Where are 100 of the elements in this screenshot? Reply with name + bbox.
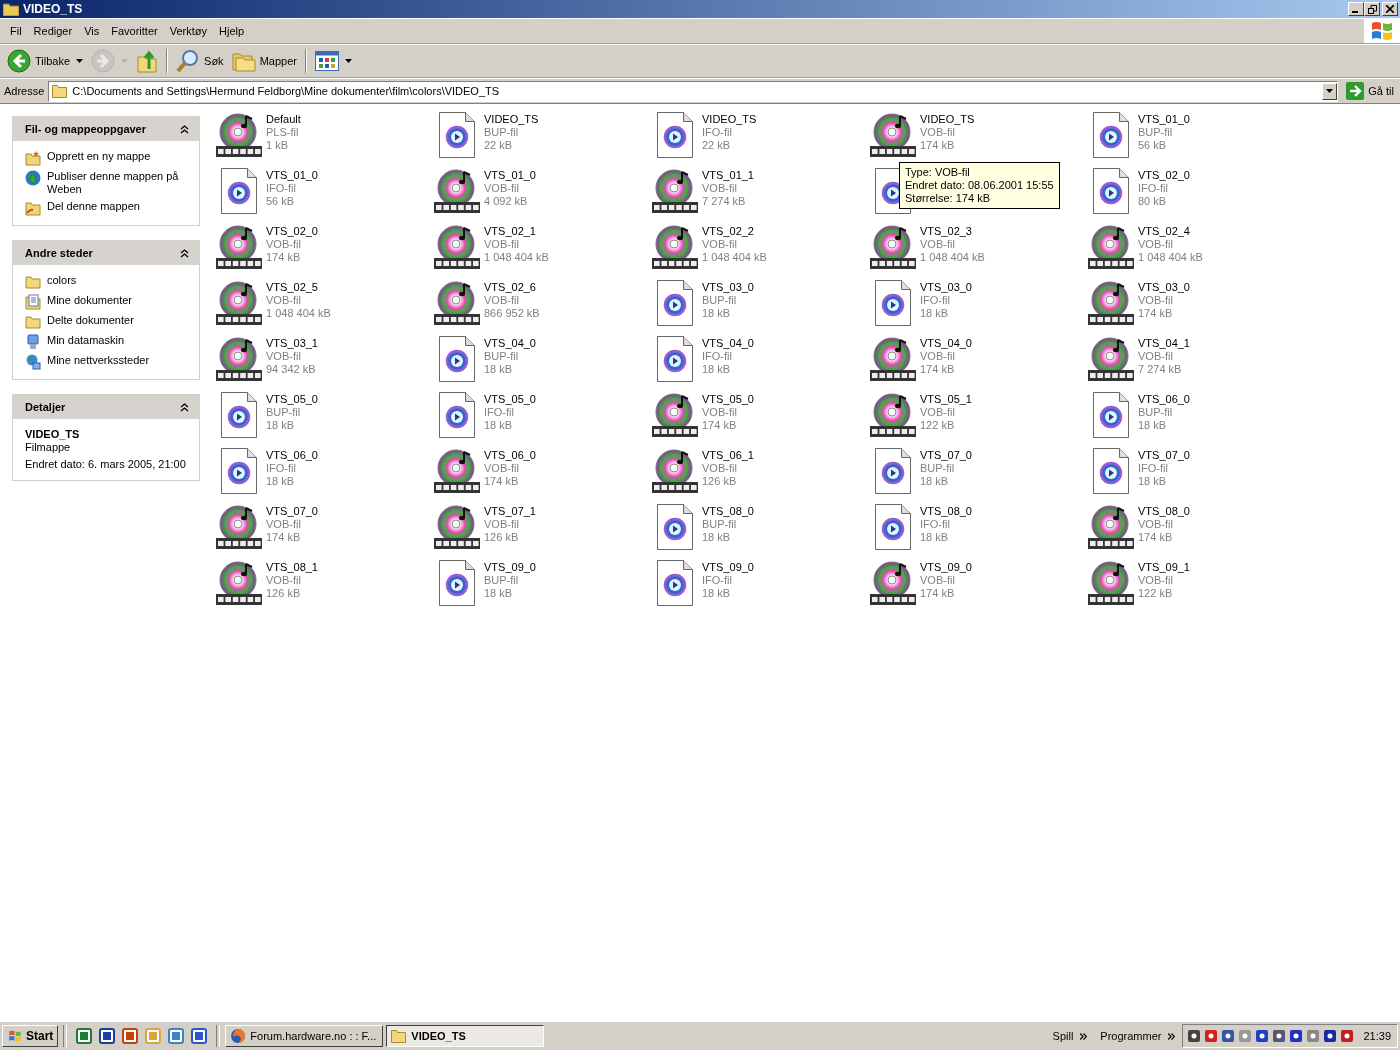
disc-film-icon[interactable] [870, 112, 916, 158]
menu-item[interactable]: Hjelp [213, 25, 251, 37]
app-icon[interactable] [122, 1028, 139, 1044]
address-field[interactable]: C:\Documents and Settings\Hermund Feldborg\Mine dokumenter\film\colors\VIDEO_TS [48, 80, 1339, 102]
disc-film-icon[interactable] [870, 336, 916, 382]
file-type: IFO-fil [484, 406, 515, 419]
tray-icon[interactable] [1272, 1029, 1287, 1043]
file-size: 174 kB [266, 531, 302, 544]
task-link[interactable]: Del denne mappen [47, 200, 140, 213]
disc-film-icon[interactable] [870, 392, 916, 438]
file-type: VOB-fil [484, 518, 520, 531]
disc-film-icon[interactable] [216, 504, 262, 550]
file-type: VOB-fil [1138, 350, 1174, 363]
file-size: 18 kB [920, 307, 950, 320]
network-globe-icon [25, 354, 41, 370]
file-name: VTS_02_2 [702, 225, 755, 238]
disc-film-icon[interactable] [434, 168, 480, 214]
task-link[interactable]: Opprett en ny mappe [47, 150, 151, 163]
folders-button[interactable]: Mapper [228, 48, 300, 74]
file-type: IFO-fil [1138, 462, 1169, 475]
disc-film-icon[interactable] [434, 504, 480, 550]
disc-film-icon[interactable] [652, 224, 698, 270]
menu-item[interactable]: Verktøy [163, 25, 213, 37]
file-name: VTS_04_1 [1138, 337, 1190, 350]
disc-film-icon[interactable] [216, 224, 262, 270]
panel-title: Detaljer [25, 401, 66, 413]
disc-film-icon[interactable] [652, 448, 698, 494]
go-button[interactable]: Gå til [1342, 82, 1398, 100]
back-button[interactable]: Tilbake [4, 47, 87, 75]
file-name: VTS_04_0 [484, 337, 536, 350]
disc-film-icon[interactable] [652, 392, 698, 438]
file-name: VTS_01_1 [702, 169, 754, 182]
collapse-icon[interactable] [180, 248, 189, 258]
file-name: VTS_08_0 [1138, 505, 1190, 518]
folder-icon [52, 84, 69, 98]
file-type: VOB-fil [702, 182, 738, 195]
app-icon[interactable] [76, 1028, 93, 1044]
chevron-icon[interactable] [1080, 1032, 1088, 1040]
disc-film-icon[interactable] [652, 168, 698, 214]
file-name: VTS_08_0 [702, 505, 754, 518]
close-button[interactable] [1382, 2, 1398, 16]
file-size: 18 kB [484, 363, 514, 376]
taskbar-button[interactable]: VIDEO_TS [386, 1025, 545, 1047]
tray-icon[interactable] [1255, 1029, 1270, 1043]
disc-film-icon[interactable] [434, 280, 480, 326]
disc-film-icon[interactable] [434, 448, 480, 494]
views-icon [314, 51, 339, 71]
collapse-icon[interactable] [180, 124, 189, 134]
disc-film-icon[interactable] [216, 336, 262, 382]
tray-icon[interactable] [1204, 1029, 1219, 1043]
task-link[interactable]: Mine dokumenter [47, 294, 132, 307]
app-icon[interactable] [191, 1028, 208, 1044]
search-button[interactable]: Søk [173, 47, 227, 75]
disc-film-icon[interactable] [1088, 224, 1134, 270]
disc-film-icon[interactable] [216, 280, 262, 326]
disc-film-icon[interactable] [216, 112, 262, 158]
file-type: BUP-fil [920, 462, 956, 475]
task-link[interactable]: colors [47, 274, 77, 287]
toolbar-label[interactable]: Spill [1046, 1030, 1078, 1042]
folder-icon [391, 1029, 408, 1043]
dropdown-button[interactable] [1322, 82, 1338, 100]
file-name: VTS_05_1 [920, 393, 972, 406]
disc-film-icon[interactable] [870, 224, 916, 270]
taskbar-button[interactable]: Forum.hardware.no : : F... [225, 1025, 384, 1047]
tray-icon[interactable] [1221, 1029, 1236, 1043]
file-name: VTS_03_0 [1138, 281, 1190, 294]
collapse-icon[interactable] [180, 402, 189, 412]
chevron-icon[interactable] [1168, 1032, 1176, 1040]
file-name: VTS_07_0 [266, 505, 318, 518]
disc-film-icon[interactable] [1088, 560, 1134, 606]
menu-item[interactable]: Vis [78, 25, 106, 37]
tray-icon[interactable] [1340, 1029, 1355, 1043]
file-type: VOB-fil [920, 126, 956, 139]
app-icon[interactable] [99, 1028, 116, 1044]
disc-film-icon[interactable] [1088, 280, 1134, 326]
menu-item[interactable]: Rediger [27, 25, 79, 37]
minimize-button[interactable] [1348, 2, 1364, 16]
tray-icon[interactable] [1187, 1029, 1202, 1043]
toolbar-label[interactable]: Programmer [1094, 1030, 1166, 1042]
file-type: VOB-fil [920, 574, 956, 587]
file-size: 1 kB [266, 139, 289, 152]
disc-film-icon[interactable] [1088, 504, 1134, 550]
task-link[interactable]: Mine nettverkssteder [47, 354, 150, 367]
menu-item[interactable]: Fil [4, 25, 28, 37]
disc-film-icon[interactable] [870, 560, 916, 606]
task-link[interactable]: Min datamaskin [47, 334, 125, 347]
restore-button[interactable] [1364, 2, 1380, 16]
task-link[interactable]: Delte dokumenter [47, 314, 134, 327]
disc-film-icon[interactable] [434, 224, 480, 270]
tray-icon[interactable] [1323, 1029, 1338, 1043]
disc-film-icon[interactable] [1088, 336, 1134, 382]
menu-item[interactable]: Favoritter [105, 25, 164, 37]
disc-film-icon[interactable] [216, 560, 262, 606]
file-size: 18 kB [1138, 419, 1168, 432]
globe-icon [25, 170, 41, 186]
tray-icon[interactable] [1289, 1029, 1304, 1043]
app-icon[interactable] [168, 1028, 185, 1044]
file-type: VOB-fil [484, 462, 520, 475]
start-button[interactable]: Start [2, 1025, 59, 1047]
task-link[interactable]: Publiser denne mappen på Weben [47, 170, 191, 196]
